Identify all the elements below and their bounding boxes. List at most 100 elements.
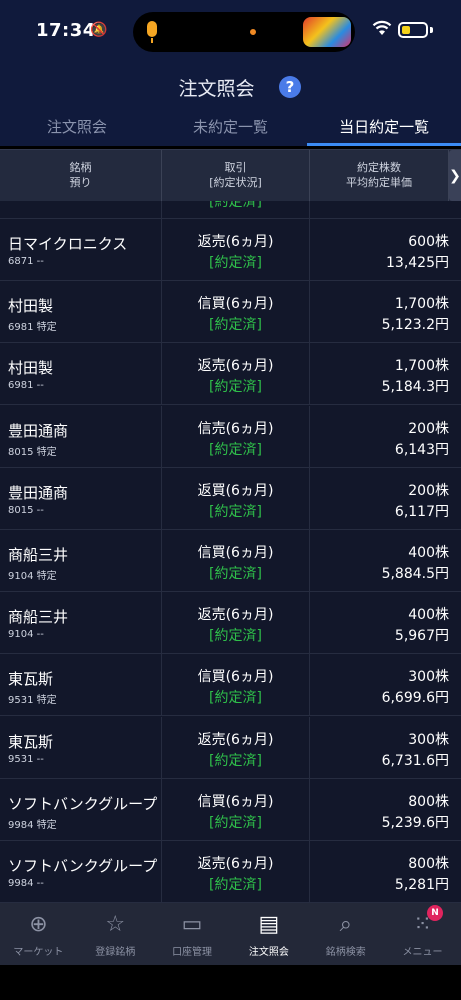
tab-order-inquiry[interactable]: 注文照会: [0, 110, 154, 146]
table-row[interactable]: 豊田通商 8015 特定 信売(6ヵ月) [約定済] 200株 6,143円: [0, 405, 461, 468]
table-row[interactable]: 東瓦斯 9531 -- 返売(6ヵ月) [約定済] 300株 6,731.6円: [0, 716, 461, 779]
trade-type: 信売(6ヵ月): [197, 420, 274, 437]
stock-name: 村田製: [8, 297, 54, 316]
quantity-cell: 400株 5,884.5円: [310, 530, 449, 591]
table-row[interactable]: 日マイクロニクス 6871 -- 返売(6ヵ月) [約定済] 600株 13,425円: [0, 219, 461, 281]
document-icon: ▤: [258, 912, 280, 937]
execution-status: [約定済]: [209, 566, 262, 582]
tab-today-executed-list[interactable]: 当日約定一覧: [307, 110, 461, 146]
stock-cell: 日マイクロニクス 6871 --: [0, 219, 162, 280]
average-price: 5,884.5円: [381, 566, 449, 582]
trade-type: 返買(6ヵ月): [197, 482, 274, 499]
help-icon[interactable]: ?: [279, 76, 301, 98]
clock: 17:34: [36, 20, 96, 41]
trade-cell: 返買(6ヵ月) [約定済]: [162, 467, 310, 529]
nav-label: 口座管理: [172, 947, 213, 958]
quantity-cell: 800株 5,239.6円: [310, 779, 449, 840]
stock-code: 6981 --: [8, 380, 44, 392]
column-trade[interactable]: 取引 [約定状況]: [162, 150, 310, 201]
quantity-cell: 1,700株 5,123.2円: [310, 281, 449, 342]
media-artwork[interactable]: [303, 17, 351, 47]
tab-unexecuted-list[interactable]: 未約定一覧: [154, 110, 308, 146]
nav-label: マーケット: [13, 947, 64, 958]
nav-item-document[interactable]: ▤ 注文照会: [230, 903, 307, 965]
stock-name: 商船三井: [8, 546, 69, 564]
stock-name: ソフトバンクグループ: [8, 794, 158, 813]
execution-status: [約定済]: [209, 255, 262, 271]
stock-code: 9104 特定: [8, 571, 57, 582]
trade-cell: 信売(6ヵ月) [約定済]: [162, 405, 310, 467]
stock-name: 豊田通商: [8, 421, 69, 440]
stock-cell: 東瓦斯 9531 --: [0, 716, 162, 778]
table-row[interactable]: ソフトバンクグループ 9984 -- 返売(6ヵ月) [約定済] 800株 5,281円: [0, 841, 461, 903]
column-quantity[interactable]: 約定株数 平均約定単価: [310, 150, 449, 201]
stock-cell: 商船三井 9104 --: [0, 592, 162, 654]
column-avg-price-label: 平均約定単価: [346, 176, 412, 189]
stock-code: 9984 特定: [8, 819, 57, 831]
execution-status: [約定済]: [209, 503, 262, 520]
stock-name: 日マイクロニクス: [8, 235, 128, 253]
execution-status: [約定済]: [209, 814, 262, 831]
execution-status: [約定済]: [209, 201, 262, 210]
executed-quantity: 800株: [408, 793, 449, 810]
trade-type: 返売(6ヵ月): [197, 731, 274, 748]
nav-item-card[interactable]: ▭ 口座管理: [154, 903, 231, 965]
executed-quantity: 400株: [408, 545, 449, 561]
table-row[interactable]: ソフトバンクグループ 9984 特定 信買(6ヵ月) [約定済] 800株 5,239.6…: [0, 778, 461, 841]
stock-cell: 豊田通商 8015 特定: [0, 405, 162, 467]
trade-type: 返売(6ヵ月): [197, 358, 274, 375]
executed-quantity: 300株: [408, 669, 449, 686]
trade-cell: 信買(6ヵ月) [約定済]: [162, 281, 310, 343]
page-title: 注文照会: [178, 78, 255, 100]
average-price: 5,184.3円: [381, 379, 449, 396]
microphone-stem: [151, 38, 153, 43]
stock-code: 6871 --: [8, 256, 44, 267]
chevron-right-icon[interactable]: ❯: [449, 150, 461, 201]
quantity-cell: 1,700株 5,184.3円: [310, 343, 449, 404]
notification-badge: N: [427, 905, 443, 921]
stock-cell: ソフトバンクグループ 9984 特定: [0, 778, 162, 840]
table-row[interactable]: 村田製 6981 特定 信買(6ヵ月) [約定済] 1,700株 5,123.2円: [0, 281, 461, 344]
table-row-partial[interactable]: [約定済]: [0, 201, 461, 219]
table-row[interactable]: 商船三井 9104 特定 信買(6ヵ月) [約定済] 400株 5,884.5円: [0, 530, 461, 592]
stock-cell: 村田製 6981 --: [0, 343, 162, 405]
nav-item-globe[interactable]: ⊕ マーケット: [0, 903, 77, 965]
table-row[interactable]: 村田製 6981 -- 返売(6ヵ月) [約定済] 1,700株 5,184.3円: [0, 343, 461, 406]
stock-cell: 商船三井 9104 特定: [0, 530, 162, 591]
execution-status: [約定済]: [209, 690, 262, 707]
stock-cell: 村田製 6981 特定: [0, 281, 162, 343]
nav-item-star[interactable]: ☆ 登録銘柄: [77, 903, 154, 965]
trade-cell: 返売(6ヵ月) [約定済]: [162, 841, 310, 902]
average-price: 13,425円: [386, 255, 449, 271]
executed-quantity: 800株: [408, 856, 449, 872]
trade-type: 返売(6ヵ月): [197, 234, 274, 250]
nav-item-search[interactable]: ⌕ 銘柄検索: [307, 903, 384, 965]
executed-quantity: 1,700株: [394, 358, 449, 375]
grid-icon: ⁙: [413, 912, 432, 937]
stock-name: 豊田通商: [8, 483, 69, 502]
trade-cell: 返売(6ヵ月) [約定済]: [162, 716, 310, 778]
quantity-cell: 200株 6,117円: [310, 468, 449, 529]
stock-name: ソフトバンクグループ: [8, 857, 158, 875]
execution-status: [約定済]: [209, 379, 262, 396]
trade-cell: 信買(6ヵ月) [約定済]: [162, 778, 310, 840]
table-row[interactable]: 商船三井 9104 -- 返売(6ヵ月) [約定済] 400株 5,967円: [0, 592, 461, 655]
battery-icon: [398, 22, 428, 38]
nav-label: 注文照会: [248, 947, 289, 958]
column-trade-label: 取引: [224, 161, 247, 174]
trade-cell: 返売(6ヵ月) [約定済]: [162, 219, 310, 280]
quantity-cell: 300株 6,699.6円: [310, 654, 449, 715]
executed-quantity: 300株: [408, 731, 449, 748]
stock-code: 9104 --: [8, 629, 44, 641]
executed-orders-list[interactable]: [約定済] 日マイクロニクス 6871 -- 返売(6ヵ月) [約定済] 600株 13,…: [0, 201, 461, 903]
table-row[interactable]: 東瓦斯 9531 特定 信買(6ヵ月) [約定済] 300株 6,699.6円: [0, 654, 461, 717]
nav-item-grid[interactable]: ⁙ メニュー: [384, 903, 461, 965]
column-stock[interactable]: 銘柄 預り: [0, 150, 162, 201]
stock-code: 9531 特定: [8, 695, 57, 707]
tab-bar: 注文照会 未約定一覧 当日約定一覧: [0, 110, 461, 146]
wifi-icon: [372, 20, 392, 35]
table-row[interactable]: 豊田通商 8015 -- 返買(6ヵ月) [約定済] 200株 6,117円: [0, 467, 461, 530]
nav-label: 登録銘柄: [95, 947, 136, 958]
executed-quantity: 400株: [408, 607, 449, 624]
card-icon: ▭: [181, 912, 203, 937]
